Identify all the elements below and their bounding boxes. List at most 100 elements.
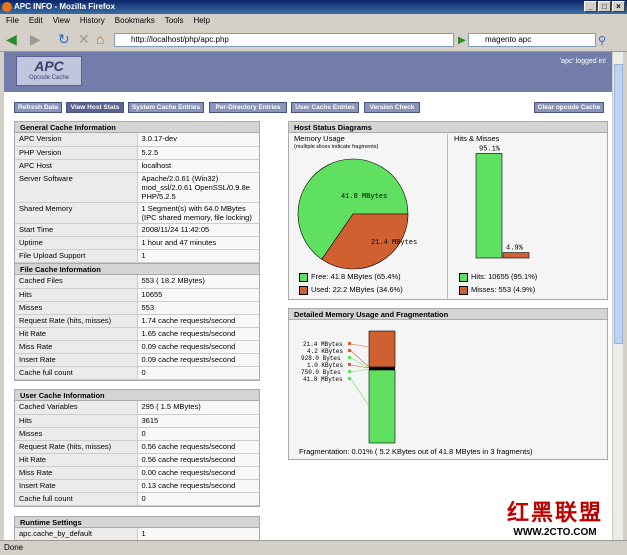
table-row: Misses 0 <box>15 427 259 441</box>
legend-free-text: Free: 41.8 MBytes (65.4%) <box>311 272 401 281</box>
row-key: APC Version <box>15 133 138 147</box>
view-host-stats-button[interactable]: View Host Stats <box>66 102 124 113</box>
row-value: 1 hour and 47 minutes <box>137 236 259 250</box>
row-value: 0.13 cache requests/second <box>137 479 259 493</box>
table-row: Hits 3615 <box>15 414 259 428</box>
firefox-icon <box>2 2 12 12</box>
row-key: APC Host <box>15 159 138 173</box>
runtime-settings-title: Runtime Settings <box>15 517 259 528</box>
fragment-marker <box>348 349 351 352</box>
apc-logo-text: APC <box>34 58 64 74</box>
legend-hits-text: Hits: 10655 (95.1%) <box>471 272 538 281</box>
table-row: Miss Rate 0.00 cache requests/second <box>15 466 259 480</box>
row-value: 0 <box>137 366 259 380</box>
row-key: PHP Version <box>15 146 138 160</box>
file-cache-table: Cached Files 553 ( 18.2 MBytes) Hits 10655… <box>15 275 259 380</box>
menu-help[interactable]: Help <box>193 14 209 28</box>
apc-header: APC Opcode Cache 'apc' logged in! <box>4 52 612 92</box>
menu-file[interactable]: File <box>6 14 19 28</box>
file-cache-title: File Cache Information <box>15 264 259 275</box>
maximize-button[interactable]: □ <box>598 1 611 12</box>
menu-bookmarks[interactable]: Bookmarks <box>115 14 155 28</box>
detailed-memory-title: Detailed Memory Usage and Fragmentation <box>289 309 607 320</box>
table-row: Hit Rate 1.65 cache requests/second <box>15 327 259 341</box>
forward-icon[interactable]: ▶ <box>30 32 41 46</box>
menu-history[interactable]: History <box>80 14 105 28</box>
row-value: 10655 <box>137 288 259 302</box>
menu-bar: File Edit View History Bookmarks Tools H… <box>0 14 627 28</box>
row-key: Hit Rate <box>15 327 138 341</box>
fragment-label: 21.4 MBytes <box>303 341 343 348</box>
watermark-url: WWW.2CTO.COM <box>513 527 597 538</box>
row-key: Cache full count <box>15 366 138 380</box>
table-row: Server Software Apache/2.0.61 (Win32) mod… <box>15 172 259 203</box>
apc-logo-subtitle: Opcode Cache <box>28 75 70 81</box>
table-row: Hits 10655 <box>15 288 259 302</box>
fragment-label: 41.8 MBytes <box>303 376 343 383</box>
table-row: Insert Rate 0.13 cache requests/second <box>15 479 259 493</box>
row-value: 0.09 cache requests/second <box>137 340 259 354</box>
legend-used: Used: 22.2 MBytes (34.6%) <box>299 285 403 295</box>
table-row: Cache full count 0 <box>15 366 259 380</box>
table-row: PHP Version 5.2.5 <box>15 146 259 160</box>
go-icon[interactable]: ▶ <box>458 34 466 48</box>
row-value: 0.09 cache requests/second <box>137 353 259 367</box>
watermark: 红黑联盟 WWW.2CTO.COM <box>490 495 620 538</box>
table-row: Misses 553 <box>15 301 259 315</box>
refresh-data-button[interactable]: Refresh Data <box>14 102 62 113</box>
minimize-button[interactable]: _ <box>584 1 597 12</box>
user-cache-table: Cached Variables 295 ( 1.5 MBytes) Hits 36… <box>15 401 259 506</box>
file-cache-panel: File Cache Information Cached Files 553 (… <box>14 263 260 381</box>
per-directory-entries-button[interactable]: Per-Directory Entries <box>209 102 287 113</box>
clear-opcode-cache-button[interactable]: Clear opcode Cache <box>534 102 604 113</box>
row-value: 3615 <box>137 414 259 428</box>
menu-edit[interactable]: Edit <box>29 14 43 28</box>
row-value: 1.65 cache requests/second <box>137 327 259 341</box>
row-value: 1.74 cache requests/second <box>137 314 259 328</box>
system-cache-entries-button[interactable]: System Cache Entries <box>128 102 204 113</box>
close-button[interactable]: × <box>612 1 625 12</box>
general-cache-panel: General Cache Information APC Version 3.0… <box>14 121 260 264</box>
vertical-scrollbar[interactable] <box>612 52 623 540</box>
general-cache-table: APC Version 3.0.17-dev PHP Version 5.2.5 A… <box>15 133 259 263</box>
url-input[interactable]: http://localhost/php/apc.php <box>114 33 454 47</box>
used-block <box>368 330 396 368</box>
back-icon[interactable]: ◀ <box>6 32 17 46</box>
detailed-memory-panel: Detailed Memory Usage and Fragmentation … <box>288 308 608 460</box>
connector-line <box>350 368 370 373</box>
fragment-marker <box>348 370 351 373</box>
row-value: 553 ( 18.2 MBytes) <box>137 275 259 289</box>
row-value: Apache/2.0.61 (Win32) mod_ssl/2.0.61 Ope… <box>137 172 259 203</box>
search-icon[interactable]: ⚲ <box>598 34 606 48</box>
search-input[interactable]: magento apc <box>468 33 596 47</box>
row-key: Request Rate (hits, misses) <box>15 314 138 328</box>
row-key: Cache full count <box>15 492 138 506</box>
fragment-label: 928.0 Bytes <box>301 355 341 362</box>
row-value: 0 <box>137 492 259 506</box>
legend-free-swatch <box>299 272 308 282</box>
row-value: 5.2.5 <box>137 146 259 160</box>
version-check-button[interactable]: Version Check <box>364 102 420 113</box>
user-cache-entries-button[interactable]: User Cache Entries <box>291 102 359 113</box>
runtime-settings-table: apc.cache_by_default 1 <box>15 528 259 540</box>
table-row: apc.cache_by_default 1 <box>15 528 259 540</box>
menu-tools[interactable]: Tools <box>165 14 184 28</box>
home-icon[interactable]: ⌂ <box>96 32 104 46</box>
row-value: 1 <box>137 528 259 540</box>
menu-view[interactable]: View <box>53 14 70 28</box>
row-value: 2008/11/24 11:42:05 <box>137 223 259 237</box>
scrollbar-thumb[interactable] <box>614 64 623 344</box>
stop-icon[interactable]: ✕ <box>78 32 90 46</box>
bar-misses <box>502 252 530 259</box>
row-key: Request Rate (hits, misses) <box>15 440 138 454</box>
connector-line <box>350 343 370 348</box>
row-key: Hits <box>15 414 138 428</box>
table-row: Cache full count 0 <box>15 492 259 506</box>
reload-icon[interactable]: ↻ <box>58 32 70 46</box>
legend-misses-text: Misses: 553 (4.9%) <box>471 285 536 294</box>
row-key: Miss Rate <box>15 466 138 480</box>
table-row: Cached Files 553 ( 18.2 MBytes) <box>15 275 259 289</box>
table-row: Cached Variables 295 ( 1.5 MBytes) <box>15 401 259 415</box>
table-row: Request Rate (hits, misses) 0.56 cache re… <box>15 440 259 454</box>
row-value: 3.0.17-dev <box>137 133 259 147</box>
